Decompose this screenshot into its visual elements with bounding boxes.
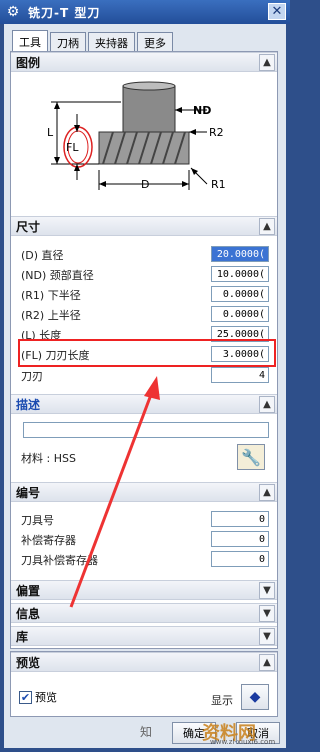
title-bar: ⚙ 铣刀-T 型刀 ✕ [0,0,290,24]
tab-more[interactable]: 更多 [137,32,173,52]
dialog-frame: 工具 刀柄 夹持器 更多 图例 ▲ L FL ND R2 D R1 尺寸 ▲ (… [4,24,286,748]
highlight-box [18,339,276,367]
preview-checkbox-row: ✔ 预览 [19,689,57,705]
section-preview-label: 预览 [16,655,41,670]
watermark-left: 知 [140,725,153,739]
close-button[interactable]: ✕ [268,3,286,20]
flashlight-icon: ◆ [249,689,261,705]
window-title: 铣刀-T 型刀 [28,5,101,20]
preview-checkbox[interactable]: ✔ [19,690,32,704]
tab-bar: 工具 刀柄 夹持器 更多 [12,30,175,52]
tab-holder[interactable]: 刀柄 [50,32,86,52]
button-bar: 知 确定 取消 资料网 www.zl-xiuxi6.com [4,718,286,748]
show-label: 显示 [211,693,233,707]
watermark-url: www.zl-xiuxi6.com [210,738,276,746]
chevron-up-icon[interactable]: ▲ [259,654,275,671]
gear-icon[interactable]: ⚙ [4,3,22,21]
tab-clamp[interactable]: 夹持器 [88,32,135,52]
show-button[interactable]: ◆ [241,684,269,710]
tab-tool[interactable]: 工具 [12,30,48,52]
section-preview[interactable]: 预览 ▲ [11,652,277,672]
preview-checkbox-label: 预览 [35,691,57,704]
preview-panel: 预览 ▲ ✔ 预览 显示 ◆ [10,651,278,717]
